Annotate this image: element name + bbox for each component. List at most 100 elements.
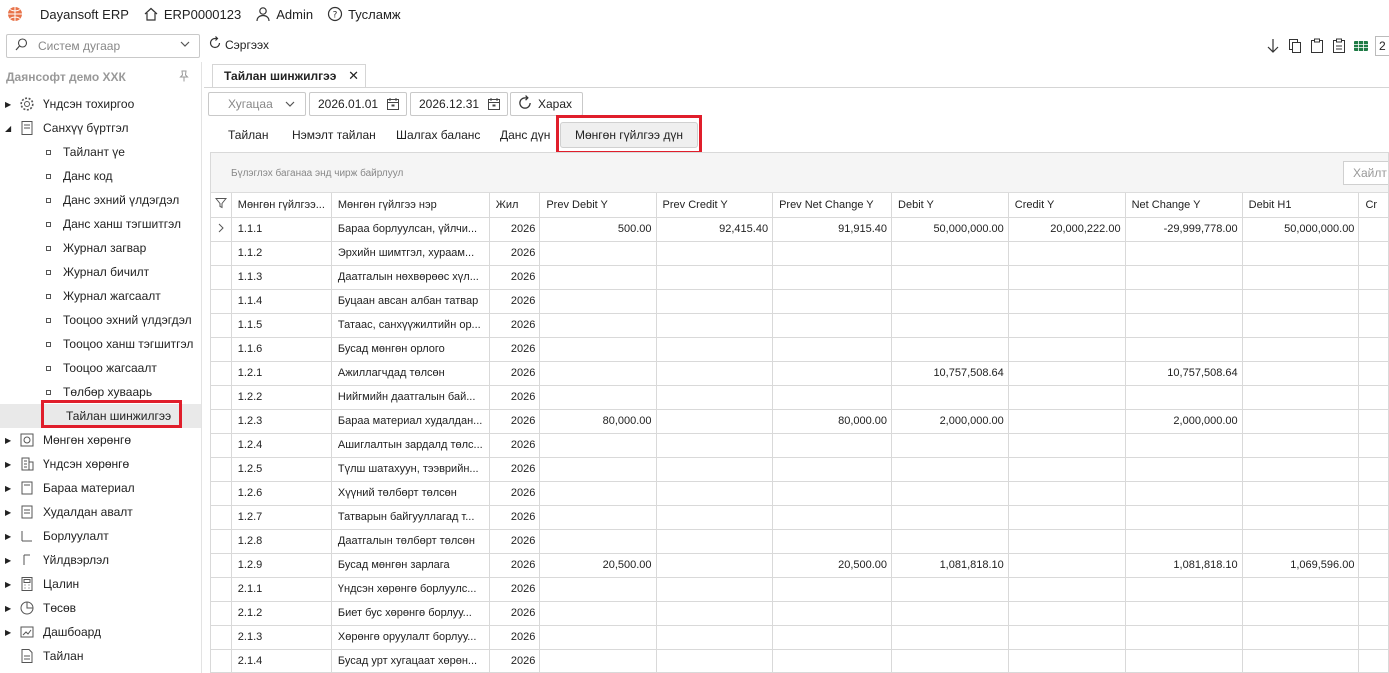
cell-debit-h1[interactable]: [1242, 601, 1360, 626]
cell-code[interactable]: 1.2.2: [231, 385, 332, 410]
sidebar-item-settings[interactable]: ▶ Үндсэн тохиргоо: [0, 92, 201, 116]
table-row[interactable]: 1.2.9 Бусад мөнгөн зарлага 2026 20,500.00 20…: [211, 553, 1388, 578]
sidebar-module-item[interactable]: ▶ Борлуулалт: [0, 524, 201, 548]
column-header[interactable]: Debit Y: [891, 193, 1009, 218]
cell-credit[interactable]: [1008, 457, 1126, 482]
row-indicator[interactable]: [211, 409, 232, 434]
cell-debit-h1[interactable]: 1,069,596.00: [1242, 553, 1360, 578]
cell-prev-net[interactable]: [772, 385, 893, 410]
cell-code[interactable]: 2.1.1: [231, 577, 332, 602]
cell-debit[interactable]: [891, 577, 1009, 602]
cell-empty[interactable]: [1358, 601, 1388, 626]
sidebar-sub-item[interactable]: Данс код: [0, 164, 201, 188]
cell-credit[interactable]: 20,000,222.00: [1008, 217, 1126, 242]
column-header[interactable]: Мөнгөн гүйлгээ...: [231, 193, 332, 218]
cell-prev-net[interactable]: [772, 577, 893, 602]
group-panel[interactable]: Бүлэглэх баганаа энд чирж байрлуул Хайлт: [211, 153, 1388, 193]
filter-icon[interactable]: [211, 193, 232, 218]
cell-empty[interactable]: [1358, 217, 1388, 242]
cell-debit-h1[interactable]: [1242, 529, 1360, 554]
cell-year[interactable]: 2026: [489, 361, 541, 386]
cell-empty[interactable]: [1358, 265, 1388, 290]
row-indicator[interactable]: [211, 337, 232, 362]
column-header[interactable]: Prev Credit Y: [656, 193, 774, 218]
cell-debit[interactable]: [891, 529, 1009, 554]
cell-prev-net[interactable]: [772, 265, 893, 290]
cell-prev-debit[interactable]: 500.00: [539, 217, 657, 242]
cell-name[interactable]: Бараа материал худалдан...: [331, 409, 490, 434]
cell-prev-net[interactable]: [772, 433, 893, 458]
cell-code[interactable]: 1.2.5: [231, 457, 332, 482]
cell-debit[interactable]: 50,000,000.00: [891, 217, 1009, 242]
clipboard-icon[interactable]: [1309, 37, 1325, 55]
cell-year[interactable]: 2026: [489, 505, 541, 530]
cell-empty[interactable]: [1358, 241, 1388, 266]
table-row[interactable]: 1.2.7 Татварын байгууллагад т... 2026: [211, 505, 1388, 530]
cell-prev-credit[interactable]: [656, 241, 774, 266]
cell-debit-h1[interactable]: [1242, 457, 1360, 482]
cell-year[interactable]: 2026: [489, 313, 541, 338]
cell-debit-h1[interactable]: [1242, 481, 1360, 506]
cell-net[interactable]: [1125, 649, 1243, 672]
column-header[interactable]: Мөнгөн гүйлгээ нэр: [331, 193, 490, 218]
cell-prev-debit[interactable]: [539, 601, 657, 626]
cell-name[interactable]: Даатгалын төлбөрт төлсөн: [331, 529, 490, 554]
cell-prev-net[interactable]: 80,000.00: [772, 409, 893, 434]
row-indicator-icon[interactable]: [211, 217, 232, 242]
pin-icon[interactable]: [178, 70, 190, 85]
cell-empty[interactable]: [1358, 289, 1388, 314]
cell-code[interactable]: 1.2.7: [231, 505, 332, 530]
cell-debit[interactable]: [891, 337, 1009, 362]
period-select[interactable]: Хугацаа: [208, 92, 306, 116]
cell-empty[interactable]: [1358, 481, 1388, 506]
table-row[interactable]: 2.1.3 Хөрөнгө оруулалт борлуу... 2026: [211, 625, 1388, 650]
cell-debit[interactable]: [891, 313, 1009, 338]
cell-prev-credit[interactable]: [656, 457, 774, 482]
calendar-icon[interactable]: [487, 97, 501, 114]
tab-account-totals[interactable]: Данс дүн: [500, 122, 550, 148]
cell-net[interactable]: [1125, 601, 1243, 626]
cell-credit[interactable]: [1008, 433, 1126, 458]
row-indicator[interactable]: [211, 577, 232, 602]
cell-debit[interactable]: [891, 481, 1009, 506]
cell-debit-h1[interactable]: [1242, 289, 1360, 314]
cell-prev-net[interactable]: [772, 625, 893, 650]
cell-prev-net[interactable]: [772, 481, 893, 506]
cell-credit[interactable]: [1008, 481, 1126, 506]
cell-code[interactable]: 1.1.2: [231, 241, 332, 266]
cell-prev-credit[interactable]: [656, 313, 774, 338]
cell-prev-debit[interactable]: [539, 505, 657, 530]
table-row[interactable]: 1.1.5 Татаас, санхүүжилтийн ор... 2026: [211, 313, 1388, 338]
row-indicator[interactable]: [211, 433, 232, 458]
table-row[interactable]: 1.2.8 Даатгалын төлбөрт төлсөн 2026: [211, 529, 1388, 554]
cell-prev-net[interactable]: [772, 649, 893, 672]
cell-code[interactable]: 1.2.3: [231, 409, 332, 434]
cell-debit-h1[interactable]: [1242, 241, 1360, 266]
table-row[interactable]: 1.1.4 Буцаан авсан албан татвар 2026: [211, 289, 1388, 314]
row-indicator[interactable]: [211, 481, 232, 506]
table-row[interactable]: 2.1.1 Үндсэн хөрөнгө борлуулс... 2026: [211, 577, 1388, 602]
cell-empty[interactable]: [1358, 529, 1388, 554]
cell-empty[interactable]: [1358, 385, 1388, 410]
cell-credit[interactable]: [1008, 265, 1126, 290]
cell-prev-credit[interactable]: [656, 577, 774, 602]
cell-prev-net[interactable]: [772, 289, 893, 314]
sidebar-module-item[interactable]: Тайлан: [0, 644, 201, 668]
calendar-icon[interactable]: [386, 97, 400, 114]
cell-debit[interactable]: [891, 433, 1009, 458]
cell-credit[interactable]: [1008, 625, 1126, 650]
cell-prev-debit[interactable]: 20,500.00: [539, 553, 657, 578]
cell-net[interactable]: [1125, 577, 1243, 602]
cell-prev-credit[interactable]: [656, 505, 774, 530]
cell-code[interactable]: 1.1.4: [231, 289, 332, 314]
cell-prev-debit[interactable]: [539, 313, 657, 338]
sidebar-module-item[interactable]: ▶ Үйлдвэрлэл: [0, 548, 201, 572]
cell-debit[interactable]: [891, 241, 1009, 266]
cell-debit-h1[interactable]: [1242, 625, 1360, 650]
sidebar-sub-item[interactable]: Тооцоо ханш тэгшитгэл: [0, 332, 201, 356]
cell-empty[interactable]: [1358, 313, 1388, 338]
tab-report[interactable]: Тайлан: [228, 122, 268, 148]
cell-prev-credit[interactable]: [656, 625, 774, 650]
cell-year[interactable]: 2026: [489, 217, 541, 242]
cell-credit[interactable]: [1008, 529, 1126, 554]
